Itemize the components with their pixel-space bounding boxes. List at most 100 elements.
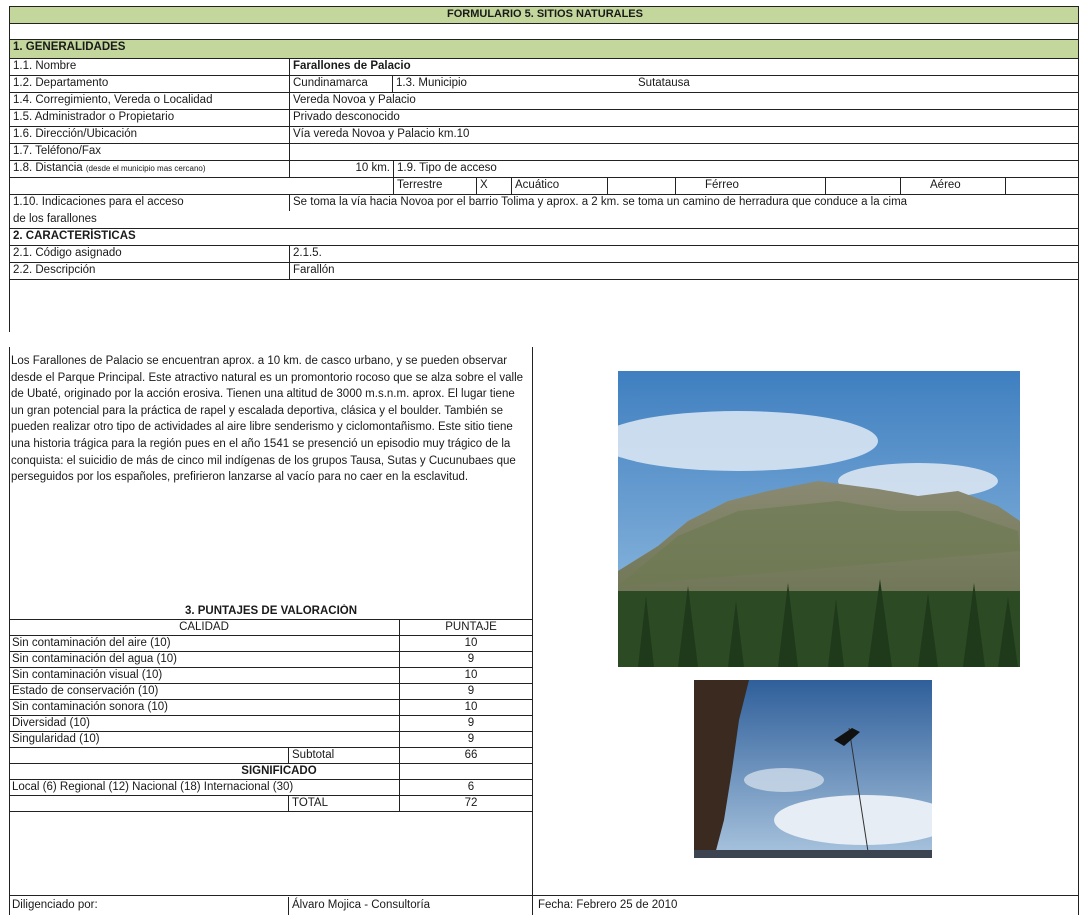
rating-score: 10: [464, 701, 478, 713]
row-indicaciones: 1.10. Indicaciones para el acceso Se tom…: [10, 195, 1079, 211]
nombre-label: 1.1. Nombre: [13, 60, 77, 72]
total-row: TOTAL 72: [9, 796, 533, 812]
acceso-ferreo-text: Férreo: [705, 179, 739, 191]
section-caracteristicas-title: 2. CARACTERÍSTICAS: [13, 230, 136, 242]
rating-row: Sin contaminación del agua (10) 9: [9, 652, 533, 668]
rating-row: Sin contaminación sonora (10) 10: [9, 700, 533, 716]
distancia-note: (desde el municipio mas cercano): [85, 164, 206, 173]
descripcion-label: 2.2. Descripción: [13, 264, 96, 276]
section-header-row: 1. GENERALIDADES: [10, 40, 1079, 59]
blank-row: [9, 23, 1079, 40]
acceso-aereo-text: Aéreo: [930, 179, 961, 191]
rating-row: Sin contaminación visual (10) 10: [9, 668, 533, 684]
section-generalidades-title: 1. GENERALIDADES: [13, 41, 126, 53]
row-descripcion: 2.2. Descripción Farallón: [10, 263, 1079, 280]
administrador-value: Privado desconocido: [289, 110, 789, 126]
distancia-label: 1.8. Distancia (desde el municipio mas c…: [10, 161, 290, 177]
rappel-photo: [694, 680, 932, 858]
rating-row: Estado de conservación (10) 9: [9, 684, 533, 700]
corregimiento-label: 1.4. Corregimiento, Vereda o Localidad: [13, 94, 213, 106]
descripcion-text: Los Farallones de Palacio se encuentran …: [11, 355, 524, 484]
row-nombre: 1.1. Nombre Farallones de Palacio: [10, 59, 1079, 76]
subtotal-row: Subtotal 66: [9, 748, 533, 764]
row-indicaciones-cont: de los farallones: [10, 212, 1079, 229]
telefono-label: 1.7. Teléfono/Fax: [13, 145, 102, 157]
row-departamento: 1.2. Departamento Cundinamarca 1.3. Muni…: [10, 76, 1079, 93]
direccion-label: 1.6. Dirección/Ubicación: [13, 128, 138, 140]
bottom-separator: [9, 895, 1079, 896]
rating-label: Sin contaminación del aire (10): [12, 637, 171, 649]
row-administrador: 1.5. Administrador o Propietario Privado…: [10, 110, 1079, 127]
fecha: Fecha: Febrero 25 de 2010: [538, 899, 678, 911]
descripcion-value: Farallón: [289, 263, 789, 279]
acceso-acuatico-label: Acuático: [511, 178, 607, 194]
rating-score: 9: [467, 717, 475, 729]
row-tipo-acceso: Terrestre X Acuático Férreo Aéreo: [10, 178, 1079, 195]
rating-score: 9: [467, 653, 475, 665]
significado-title: SIGNIFICADO: [241, 765, 317, 777]
farallones-photo-svg: [618, 371, 1020, 667]
municipio-value: Sutatausa: [638, 77, 690, 89]
row-codigo: 2.1. Código asignado 2.1.5.: [10, 246, 1079, 263]
farallones-photo: [618, 371, 1020, 667]
acceso-aereo-label: Aéreo: [900, 178, 1005, 194]
rating-label: Sin contaminación visual (10): [12, 669, 163, 681]
telefono-value: [289, 144, 789, 160]
section-caracteristicas-row: 2. CARACTERÍSTICAS: [10, 229, 1079, 246]
rating-label: Sin contaminación del agua (10): [12, 653, 177, 665]
ratings-vertical-divider: [399, 620, 400, 812]
subtotal-value: 66: [464, 749, 478, 761]
nombre-value: Farallones de Palacio: [289, 59, 1069, 75]
codigo-value: 2.1.5.: [289, 246, 789, 262]
ratings-title-row: 3. PUNTAJES DE VALORACIÓN: [9, 604, 533, 620]
rating-label: Sin contaminación sonora (10): [12, 701, 168, 713]
rating-score: 9: [467, 685, 475, 697]
ratings-header-row: CALIDAD PUNTAJE: [9, 620, 533, 636]
diligenciado-label: Diligenciado por:: [12, 899, 98, 911]
distancia-value: 10 km.: [289, 161, 393, 177]
row-corregimiento: 1.4. Corregimiento, Vereda o Localidad V…: [10, 93, 1079, 110]
rating-score: 9: [467, 733, 475, 745]
form-title: FORMULARIO 5. SITIOS NATURALES: [447, 8, 643, 20]
col-calidad: CALIDAD: [179, 621, 229, 633]
codigo-label: 2.1. Código asignado: [13, 247, 122, 259]
rating-score: 10: [464, 669, 478, 681]
departamento-label: 1.2. Departamento: [13, 77, 109, 89]
acceso-terrestre-mark: X: [476, 178, 511, 194]
ratings-table: 3. PUNTAJES DE VALORACIÓN CALIDAD PUNTAJ…: [9, 604, 533, 880]
total-value: 72: [464, 797, 478, 809]
rating-label: Diversidad (10): [12, 717, 90, 729]
departamento-value: Cundinamarca: [289, 76, 392, 92]
footer-divider-1: [288, 897, 289, 915]
administrador-label: 1.5. Administrador o Propietario: [13, 111, 175, 123]
indicaciones-label: 1.10. Indicaciones para el acceso: [13, 196, 184, 208]
municipio-label: 1.3. Municipio: [392, 76, 632, 92]
direccion-value: Vía vereda Novoa y Palacio km.10: [289, 127, 789, 143]
rating-row: Diversidad (10) 9: [9, 716, 533, 732]
ratings-title: 3. PUNTAJES DE VALORACIÓN: [184, 605, 358, 617]
acceso-terrestre-label: Terrestre: [393, 178, 476, 194]
significado-title-row: SIGNIFICADO: [9, 764, 533, 780]
total-label: TOTAL: [288, 796, 398, 811]
acceso-acuatico-mark: [607, 178, 675, 194]
rating-score: 10: [464, 637, 478, 649]
significado-label: Local (6) Regional (12) Nacional (18) In…: [12, 781, 294, 793]
rating-label: Singularidad (10): [12, 733, 100, 745]
significado-row: Local (6) Regional (12) Nacional (18) In…: [9, 780, 533, 796]
indicaciones-value: Se toma la vía hacia Novoa por el barrio…: [289, 195, 1079, 211]
col-puntaje: PUNTAJE: [445, 621, 497, 633]
corregimiento-value: Vereda Novoa y Palacio: [289, 93, 789, 109]
distancia-label-text: 1.8. Distancia: [13, 162, 83, 174]
row-distancia: 1.8. Distancia (desde el municipio mas c…: [10, 161, 1079, 178]
acceso-ferreo-label: Férreo: [675, 178, 825, 194]
rating-row: Sin contaminación del aire (10) 10: [9, 636, 533, 652]
acceso-aereo-mark: [1005, 178, 1079, 194]
rating-row: Singularidad (10) 9: [9, 732, 533, 748]
row-telefono: 1.7. Teléfono/Fax: [10, 144, 1079, 161]
tipo-acceso-label: 1.9. Tipo de acceso: [393, 161, 593, 177]
form-title-band: FORMULARIO 5. SITIOS NATURALES: [9, 6, 1079, 24]
significado-value: 6: [467, 781, 475, 793]
generalidades-section: 1. GENERALIDADES 1.1. Nombre Farallones …: [9, 40, 1079, 332]
diligenciado-value: Álvaro Mojica - Consultoría: [292, 899, 431, 911]
rating-label: Estado de conservación (10): [12, 685, 159, 697]
